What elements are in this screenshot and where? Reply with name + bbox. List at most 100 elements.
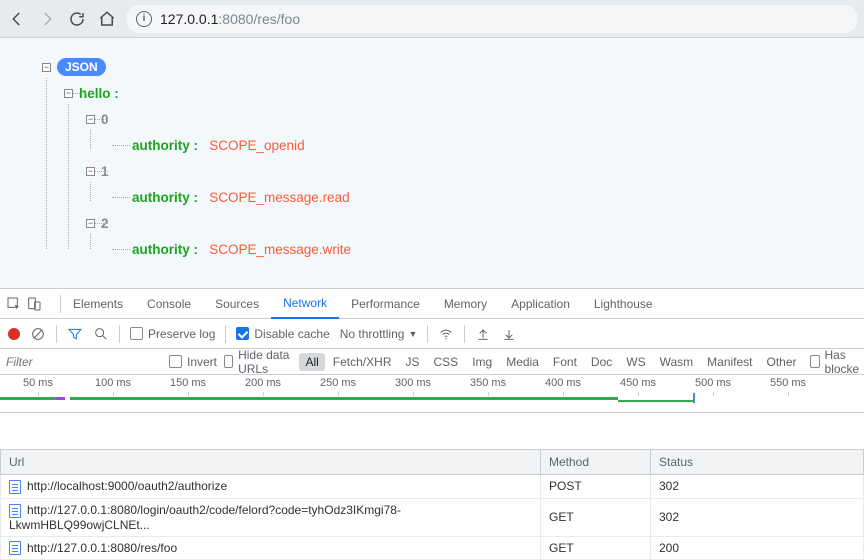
timeline-tick: 50 ms bbox=[23, 377, 53, 389]
filter-input[interactable] bbox=[0, 352, 169, 372]
home-button[interactable] bbox=[96, 8, 118, 30]
filter-chip-manifest[interactable]: Manifest bbox=[701, 353, 758, 371]
preserve-log-checkbox[interactable]: Preserve log bbox=[130, 327, 215, 341]
timeline-bar bbox=[618, 400, 693, 402]
has-blocked-checkbox[interactable]: Has blocke bbox=[810, 348, 864, 376]
filter-chip-font[interactable]: Font bbox=[547, 353, 583, 371]
table-row[interactable]: http://127.0.0.1:8080/login/oauth2/code/… bbox=[1, 498, 864, 536]
filter-chip-doc[interactable]: Doc bbox=[585, 353, 618, 371]
tree-leaf: authority : SCOPE_message.read bbox=[108, 186, 854, 208]
filter-chip-media[interactable]: Media bbox=[500, 353, 545, 371]
tab-lighthouse[interactable]: Lighthouse bbox=[582, 289, 665, 319]
tab-elements[interactable]: Elements bbox=[61, 289, 135, 319]
col-method[interactable]: Method bbox=[541, 450, 651, 475]
timeline-tick: 400 ms bbox=[545, 377, 581, 389]
table-row[interactable]: http://127.0.0.1:8080/res/foo GET 200 bbox=[1, 536, 864, 560]
invert-checkbox[interactable]: Invert bbox=[169, 355, 217, 369]
timeline-bar bbox=[55, 397, 65, 400]
search-icon[interactable] bbox=[93, 326, 109, 342]
filter-icon[interactable] bbox=[67, 326, 83, 342]
tree-key: authority : bbox=[132, 138, 198, 153]
json-badge: JSON bbox=[57, 58, 106, 76]
tree-index: 1 bbox=[101, 164, 109, 179]
tree-key: authority : bbox=[132, 242, 198, 257]
url-text: 127.0.0.1:8080/res/foo bbox=[160, 11, 300, 27]
back-button[interactable] bbox=[6, 8, 28, 30]
filter-chip-ws[interactable]: WS bbox=[620, 353, 651, 371]
filter-chip-fetchxhr[interactable]: Fetch/XHR bbox=[327, 353, 398, 371]
file-icon bbox=[9, 541, 21, 555]
site-info-icon[interactable]: i bbox=[136, 11, 152, 27]
forward-button[interactable] bbox=[36, 8, 58, 30]
collapse-icon[interactable]: − bbox=[86, 167, 95, 176]
timeline-bar bbox=[70, 397, 618, 400]
timeline-tick: 350 ms bbox=[470, 377, 506, 389]
filter-chip-wasm[interactable]: Wasm bbox=[654, 353, 700, 371]
address-bar[interactable]: i 127.0.0.1:8080/res/foo bbox=[126, 5, 858, 33]
tab-memory[interactable]: Memory bbox=[432, 289, 499, 319]
timeline-tick: 150 ms bbox=[170, 377, 206, 389]
tab-sources[interactable]: Sources bbox=[203, 289, 271, 319]
arrow-left-icon bbox=[8, 10, 26, 28]
tree-leaf: authority : SCOPE_openid bbox=[108, 134, 854, 156]
browser-toolbar: i 127.0.0.1:8080/res/foo bbox=[0, 0, 864, 38]
network-filter-bar: Invert Hide data URLs All Fetch/XHR JS C… bbox=[0, 349, 864, 375]
tab-performance[interactable]: Performance bbox=[339, 289, 432, 319]
inspect-icon[interactable] bbox=[6, 296, 22, 312]
collapse-icon[interactable]: − bbox=[64, 89, 73, 98]
timeline-tick: 100 ms bbox=[95, 377, 131, 389]
tree-node-0[interactable]: − 0 bbox=[86, 108, 854, 130]
record-button[interactable] bbox=[8, 328, 20, 340]
tree-key: hello : bbox=[79, 86, 119, 101]
file-icon bbox=[9, 504, 21, 518]
page-content: − JSON − hello : − 0 authority : SCOPE_o… bbox=[0, 38, 864, 288]
clear-icon[interactable] bbox=[30, 326, 46, 342]
devtools-tabs: Elements Console Sources Network Perform… bbox=[0, 289, 864, 319]
network-toolbar: Preserve log Disable cache No throttling… bbox=[0, 319, 864, 349]
throttling-select[interactable]: No throttling ▼ bbox=[340, 327, 418, 341]
col-status[interactable]: Status bbox=[651, 450, 864, 475]
tree-value: SCOPE_openid bbox=[209, 138, 304, 153]
col-url[interactable]: Url bbox=[1, 450, 541, 475]
wifi-icon[interactable] bbox=[438, 326, 454, 342]
home-icon bbox=[98, 10, 116, 28]
arrow-right-icon bbox=[38, 10, 56, 28]
tree-index: 0 bbox=[101, 112, 109, 127]
tree-value: SCOPE_message.read bbox=[209, 190, 349, 205]
timeline-marker bbox=[693, 393, 695, 403]
tree-key: authority : bbox=[132, 190, 198, 205]
tree-node-hello[interactable]: − hello : bbox=[64, 82, 854, 104]
reload-button[interactable] bbox=[66, 8, 88, 30]
hide-data-urls-checkbox[interactable]: Hide data URLs bbox=[224, 348, 295, 376]
filter-chip-img[interactable]: Img bbox=[466, 353, 498, 371]
upload-icon[interactable] bbox=[475, 326, 491, 342]
download-icon[interactable] bbox=[501, 326, 517, 342]
tree-node-2[interactable]: − 2 bbox=[86, 212, 854, 234]
timeline-tick: 200 ms bbox=[245, 377, 281, 389]
tab-console[interactable]: Console bbox=[135, 289, 203, 319]
device-toggle-icon[interactable] bbox=[26, 296, 42, 312]
file-icon bbox=[9, 480, 21, 494]
tree-index: 2 bbox=[101, 216, 109, 231]
network-timeline[interactable]: 50 ms 100 ms 150 ms 200 ms 250 ms 300 ms… bbox=[0, 375, 864, 413]
filter-chip-js[interactable]: JS bbox=[399, 353, 425, 371]
json-root-row[interactable]: − JSON bbox=[42, 56, 854, 78]
timeline-tick: 450 ms bbox=[620, 377, 656, 389]
collapse-icon[interactable]: − bbox=[42, 63, 51, 72]
tree-leaf: authority : SCOPE_message.write bbox=[108, 238, 854, 260]
reload-icon bbox=[68, 10, 86, 28]
disable-cache-checkbox[interactable]: Disable cache bbox=[236, 327, 329, 341]
tab-network[interactable]: Network bbox=[271, 289, 339, 319]
table-row[interactable]: http://localhost:9000/oauth2/authorize P… bbox=[1, 475, 864, 499]
filter-chip-all[interactable]: All bbox=[299, 353, 324, 371]
timeline-tick: 500 ms bbox=[695, 377, 731, 389]
timeline-tick: 550 ms bbox=[770, 377, 806, 389]
filter-chip-other[interactable]: Other bbox=[761, 353, 803, 371]
collapse-icon[interactable]: − bbox=[86, 115, 95, 124]
tab-application[interactable]: Application bbox=[499, 289, 582, 319]
timeline-bar bbox=[0, 397, 55, 400]
tree-node-1[interactable]: − 1 bbox=[86, 160, 854, 182]
tree-value: SCOPE_message.write bbox=[209, 242, 351, 257]
filter-chip-css[interactable]: CSS bbox=[428, 353, 465, 371]
collapse-icon[interactable]: − bbox=[86, 219, 95, 228]
